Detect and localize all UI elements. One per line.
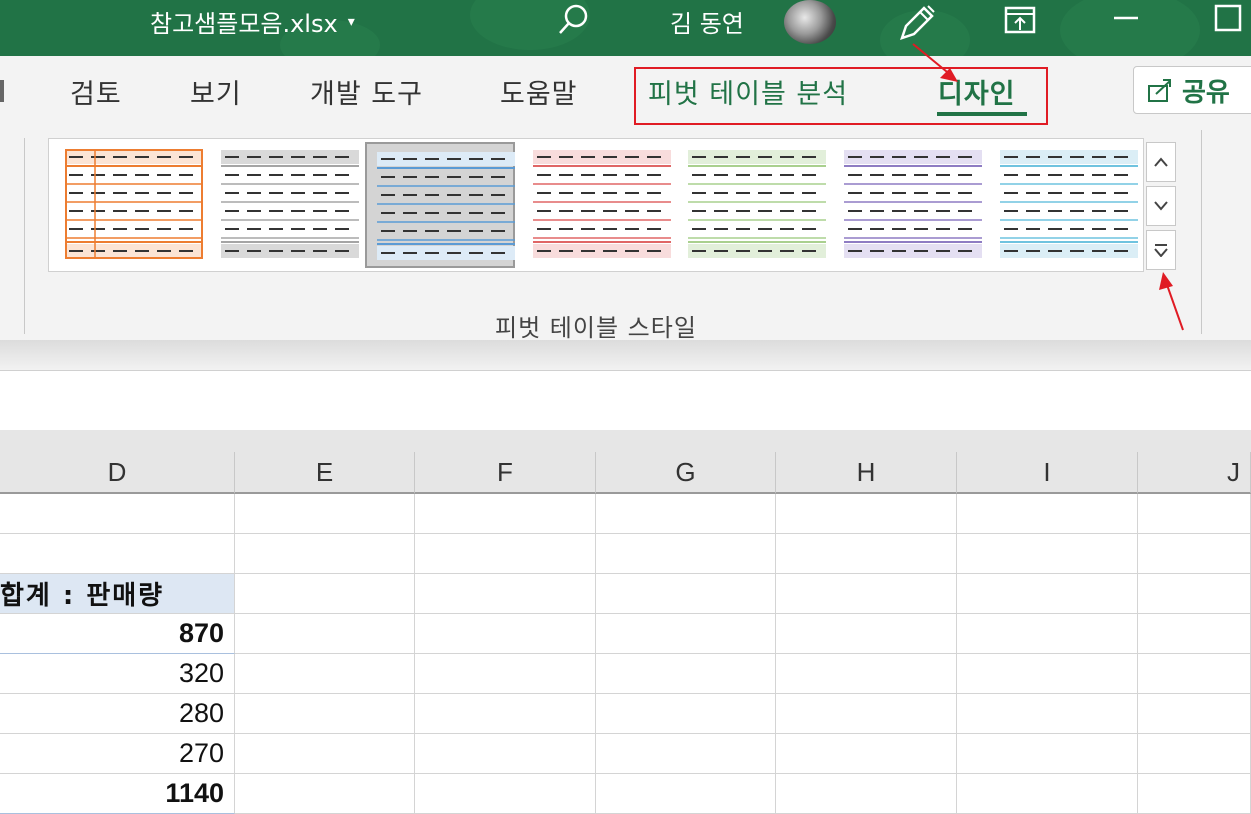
annotation-arrows [912, 43, 1184, 331]
